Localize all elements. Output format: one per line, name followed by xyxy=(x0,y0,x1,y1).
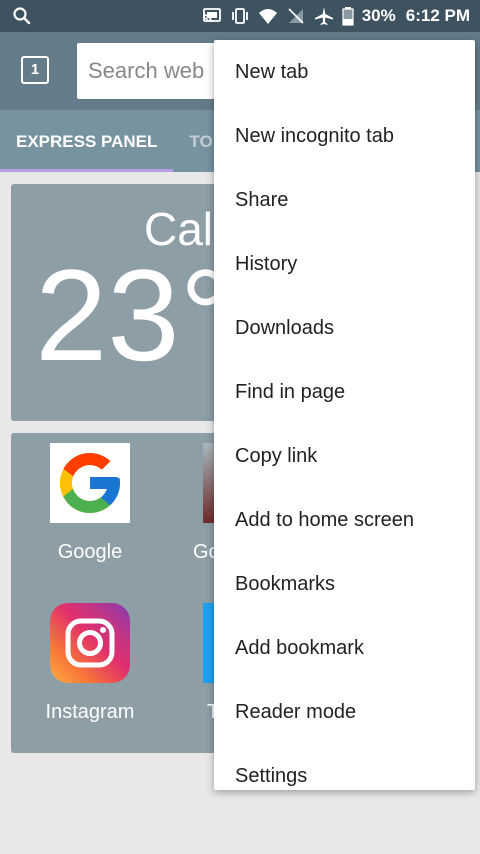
menu-item-settings[interactable]: Settings xyxy=(214,744,475,790)
menu-item-find-in-page[interactable]: Find in page xyxy=(214,360,475,424)
no-signal-icon xyxy=(286,6,306,26)
tab-switcher-button[interactable]: 1 xyxy=(21,56,49,84)
menu-item-downloads[interactable]: Downloads xyxy=(214,296,475,360)
tab-express-panel[interactable]: EXPRESS PANEL xyxy=(0,110,173,172)
speed-dial-label: Instagram xyxy=(45,701,135,723)
overflow-menu: New tab New incognito tab Share History … xyxy=(214,40,475,790)
menu-item-reader-mode[interactable]: Reader mode xyxy=(214,680,475,744)
google-icon xyxy=(50,443,130,523)
airplane-icon xyxy=(314,6,334,26)
menu-item-new-tab[interactable]: New tab xyxy=(214,40,475,104)
speed-dial-instagram[interactable]: Instagram xyxy=(30,603,150,724)
status-bar: 30% 6:12 PM xyxy=(0,0,480,32)
menu-item-history[interactable]: History xyxy=(214,232,475,296)
active-tab-indicator xyxy=(0,169,173,172)
search-icon xyxy=(12,6,32,26)
menu-item-copy-link[interactable]: Copy link xyxy=(214,424,475,488)
menu-item-new-incognito-tab[interactable]: New incognito tab xyxy=(214,104,475,168)
menu-item-add-bookmark[interactable]: Add bookmark xyxy=(214,616,475,680)
clock: 6:12 PM xyxy=(405,6,470,25)
battery-percent: 30% xyxy=(361,6,396,25)
menu-item-bookmarks[interactable]: Bookmarks xyxy=(214,552,475,616)
vibrate-icon xyxy=(230,6,250,26)
battery-icon xyxy=(342,6,354,26)
menu-item-add-to-home-screen[interactable]: Add to home screen xyxy=(214,488,475,552)
weather-temperature: 23° xyxy=(35,242,232,388)
cast-icon xyxy=(202,6,222,26)
wifi-icon xyxy=(258,6,278,26)
speed-dial-google[interactable]: Google xyxy=(30,443,150,564)
instagram-icon xyxy=(50,603,130,683)
menu-item-share[interactable]: Share xyxy=(214,168,475,232)
speed-dial-label: Google xyxy=(57,541,123,563)
